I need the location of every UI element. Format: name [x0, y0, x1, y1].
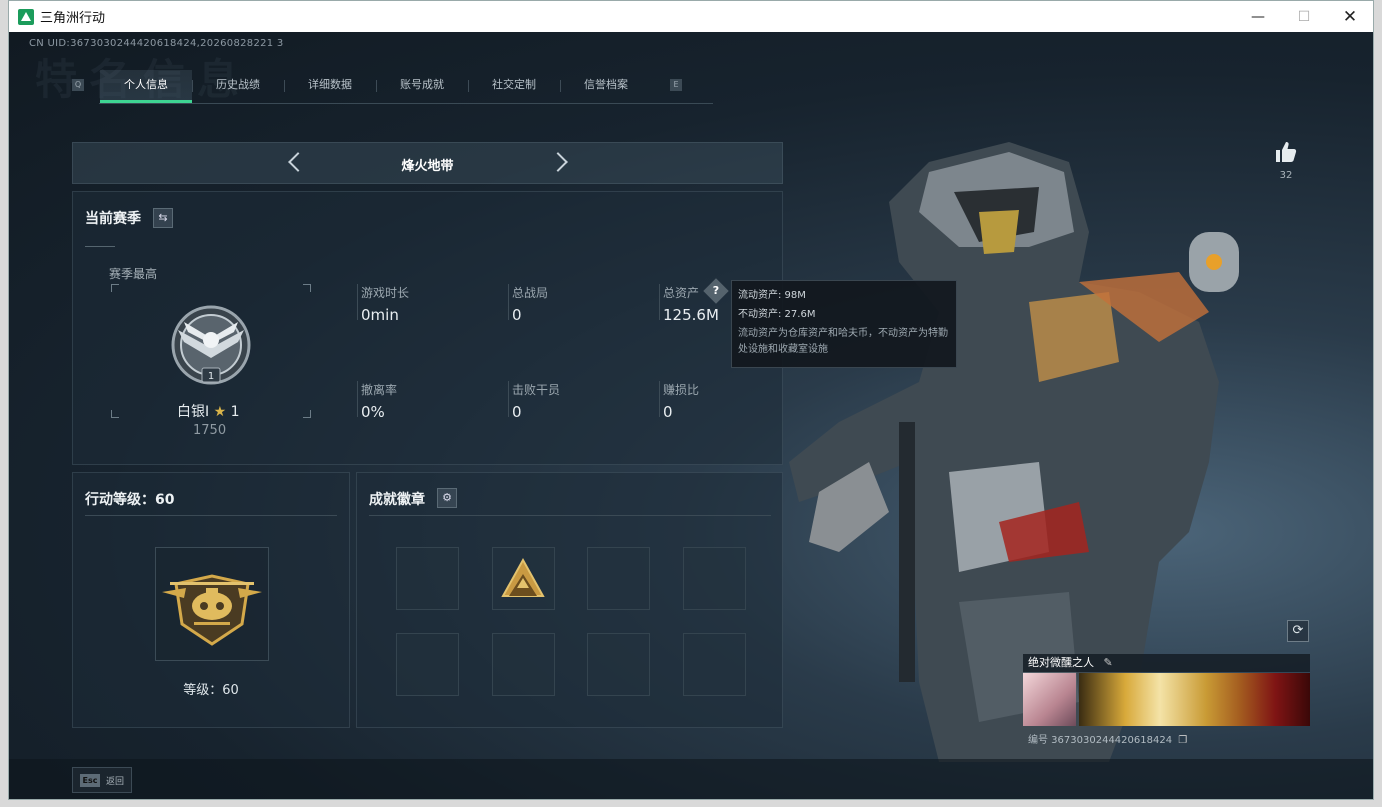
- stat-divider: [357, 381, 358, 417]
- stat-divider: [508, 284, 509, 320]
- tab-history[interactable]: 历史战绩: [192, 70, 284, 103]
- player-name-row: 绝对微醺之人 ✎: [1023, 654, 1310, 672]
- badge-panel: 成就徽章 ⚙: [356, 472, 783, 728]
- app-logo-icon: [18, 8, 34, 25]
- stat-label-assets: 总资产: [663, 286, 700, 300]
- tab-next-key[interactable]: E: [670, 79, 682, 91]
- level-title: 行动等级：60: [85, 492, 175, 508]
- tab-bar: Q 个人信息 历史战绩 详细数据 账号成就 社交定制 信誉档案 E: [69, 70, 713, 106]
- like-count: 32: [1279, 170, 1293, 181]
- stat-value-playtime: 0min: [361, 306, 399, 324]
- tab-underline: [99, 103, 713, 104]
- rank-points: 1750: [193, 423, 227, 438]
- panel-divider: [369, 515, 771, 516]
- panel-divider: [85, 515, 337, 516]
- badge-slot[interactable]: [396, 547, 459, 610]
- minimize-button[interactable]: —: [1235, 1, 1281, 32]
- stat-label-matches: 总战局: [512, 286, 549, 300]
- game-viewport: 特名信息 CN UID:3673030244420618424,20260828…: [9, 32, 1373, 799]
- badge-slot[interactable]: [683, 547, 746, 610]
- season-title: 当前赛季: [85, 211, 141, 227]
- player-avatar[interactable]: [1023, 673, 1076, 726]
- frame-corner: [303, 284, 311, 292]
- badge-title: 成就徽章: [369, 492, 425, 508]
- player-uid: CN UID:3673030244420618424,20260828221 3: [29, 38, 284, 49]
- mode-label: 烽火地带: [401, 159, 454, 174]
- stat-value-kills: 0: [512, 403, 522, 421]
- season-best-label: 赛季最高: [109, 267, 158, 281]
- stat-label-playtime: 游戏时长: [361, 286, 410, 300]
- window-title: 三角洲行动: [40, 11, 106, 26]
- app-window: 三角洲行动 — ☐ ✕ 特名信息 CN UID:3673030244420618…: [8, 0, 1374, 800]
- tooltip-description: 流动资产为仓库资产和哈夫币，不动资产为特勤处设施和收藏室设施: [738, 328, 948, 355]
- mode-selector: 烽火地带: [72, 142, 783, 184]
- helicopter-emblem-icon: [162, 574, 262, 646]
- refresh-icon[interactable]: ⟳: [1287, 620, 1309, 642]
- tab-credit[interactable]: 信誉档案: [560, 70, 652, 103]
- badge-slot[interactable]: [396, 633, 459, 696]
- tab-details[interactable]: 详细数据: [284, 70, 376, 103]
- rank-star-icon: ★: [213, 404, 227, 420]
- stat-divider: [357, 284, 358, 320]
- tooltip-liquid-assets: 流动资产: 98M: [738, 290, 806, 301]
- stat-label-profit-ratio: 赚损比: [663, 383, 700, 397]
- rank-name: 白银I: [177, 404, 210, 420]
- like-widget[interactable]: 32: [1271, 140, 1301, 181]
- player-name: 绝对微醺之人: [1028, 656, 1094, 669]
- badge-slot[interactable]: [587, 633, 650, 696]
- level-emblem-frame: [155, 547, 269, 661]
- badge-slot[interactable]: [492, 547, 555, 610]
- tab-social[interactable]: 社交定制: [468, 70, 560, 103]
- back-label: 返回: [106, 777, 125, 787]
- thumbs-up-icon[interactable]: [1274, 140, 1298, 164]
- question-mark-icon: ?: [712, 284, 720, 297]
- bottom-bar: [9, 759, 1373, 799]
- season-switch-icon[interactable]: ⇆: [153, 208, 173, 228]
- rank-stars: 1: [230, 404, 240, 420]
- tab-personal-info[interactable]: 个人信息: [100, 70, 192, 103]
- level-panel: 行动等级：60 等级：60: [72, 472, 350, 728]
- rank-badge-icon: 1: [171, 305, 251, 385]
- tab-achievements[interactable]: 账号成就: [376, 70, 468, 103]
- stat-value-profit-ratio: 0: [663, 403, 673, 421]
- copy-icon[interactable]: ❐: [1178, 735, 1187, 746]
- badge-slot[interactable]: [683, 633, 746, 696]
- title-bar: 三角洲行动 — ☐ ✕: [9, 1, 1373, 32]
- stat-divider: [659, 284, 660, 320]
- player-banner[interactable]: [1079, 673, 1310, 726]
- rank-name-row: 白银I ★ 1: [177, 401, 240, 421]
- assets-tooltip: 流动资产: 98M 不动资产: 27.6M 流动资产为仓库资产和哈夫币，不动资产…: [731, 280, 957, 368]
- frame-corner: [303, 410, 311, 418]
- edit-pencil-icon[interactable]: ✎: [1104, 656, 1113, 669]
- back-button[interactable]: Esc 返回: [72, 767, 132, 793]
- stat-label-kills: 击败干员: [512, 383, 561, 397]
- player-code: 编号 3673030244420618424: [1028, 735, 1173, 746]
- mountain-badge-icon: [501, 557, 545, 597]
- title-accent-line: [85, 246, 115, 247]
- frame-corner: [111, 284, 119, 292]
- stat-value-matches: 0: [512, 306, 522, 324]
- player-card[interactable]: 绝对微醺之人 ✎ 编号 3673030244420618424 ❐: [1023, 654, 1310, 746]
- tooltip-fixed-assets: 不动资产: 27.6M: [738, 309, 816, 320]
- stat-value-assets: 125.6M: [663, 306, 719, 324]
- maximize-button[interactable]: ☐: [1281, 1, 1327, 32]
- rank-badge-level: 1: [208, 371, 214, 382]
- stat-divider: [508, 381, 509, 417]
- level-text: 等级：60: [183, 683, 239, 698]
- tab-prev-key[interactable]: Q: [72, 79, 84, 91]
- close-button[interactable]: ✕: [1327, 1, 1373, 32]
- esc-key: Esc: [80, 774, 100, 787]
- season-panel: 当前赛季 ⇆ 赛季最高 1 白银I ★ 1 1750 游戏时长 0min 总战局…: [72, 191, 783, 465]
- badge-slot[interactable]: [587, 547, 650, 610]
- stat-label-extract-rate: 撤离率: [361, 383, 398, 397]
- player-code-row: 编号 3673030244420618424 ❐: [1028, 731, 1187, 746]
- stat-divider: [659, 381, 660, 417]
- stat-value-extract-rate: 0%: [361, 403, 385, 421]
- badge-settings-gear-icon[interactable]: ⚙: [437, 488, 457, 508]
- badge-slot[interactable]: [492, 633, 555, 696]
- frame-corner: [111, 410, 119, 418]
